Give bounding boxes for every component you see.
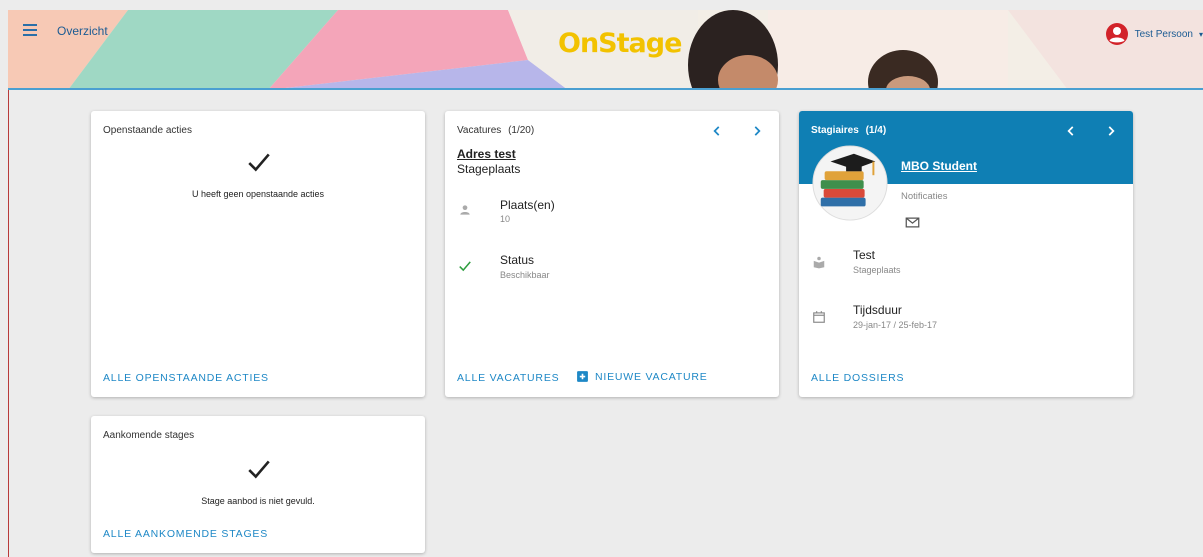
vacancy-name-link[interactable]: Adres test (457, 147, 516, 161)
duration-value: 29-jan-17 / 25-feb-17 (853, 320, 938, 330)
all-dossiers-link[interactable]: ALLE DOSSIERS (811, 372, 904, 384)
calendar-icon (813, 311, 825, 323)
menu-icon[interactable] (23, 24, 37, 36)
card-interns: Stagiaires (1/4) MBO Student Notificatie… (799, 111, 1133, 397)
new-vacancy-button[interactable]: NIEUWE VACATURE (576, 370, 708, 383)
card-upcoming-internships: Aankomende stages Stage aanbod is niet g… (91, 416, 425, 553)
card-title: Openstaande acties (103, 125, 192, 136)
account-circle-icon (1105, 23, 1128, 45)
chevron-left-icon[interactable] (710, 124, 724, 138)
duration-label: Tijdsduur (853, 303, 902, 317)
student-name-link[interactable]: MBO Student (901, 159, 977, 173)
chevron-right-icon[interactable] (750, 124, 764, 138)
vacancy-type: Stageplaats (457, 162, 521, 176)
check-icon (248, 153, 270, 172)
left-border-line (8, 90, 9, 557)
student-avatar[interactable] (811, 144, 889, 222)
status-value: Beschikbaar (500, 270, 550, 280)
all-open-actions-link[interactable]: ALLE OPENSTAANDE ACTIES (103, 372, 269, 384)
card-title: Aankomende stages (103, 430, 195, 441)
user-menu[interactable]: Test Persoon ▾ (1105, 22, 1203, 46)
places-label: Plaats(en) (500, 198, 555, 212)
card-open-actions: Openstaande acties U heeft geen openstaa… (91, 111, 425, 397)
check-icon (459, 261, 471, 272)
card-title: Vacatures (1/20) (457, 125, 534, 136)
add-box-icon (577, 371, 588, 382)
card-title: Stagiaires (1/4) (811, 125, 886, 136)
places-value: 10 (500, 214, 511, 224)
mail-icon[interactable] (905, 215, 920, 230)
intern-count: (1/4) (865, 125, 887, 136)
test-sub: Stageplaats (853, 265, 901, 275)
person-icon (460, 205, 470, 215)
all-vacancies-link[interactable]: ALLE VACATURES (457, 372, 559, 384)
book-icon (813, 256, 825, 269)
check-icon (248, 460, 270, 479)
test-label: Test (853, 248, 876, 262)
page-title[interactable]: Overzicht (57, 24, 108, 38)
caret-down-icon[interactable]: ▾ (1199, 30, 1203, 39)
vacancy-count: (1/20) (508, 125, 535, 136)
notifications-label: Notificaties (901, 191, 948, 202)
card-title-text: Stagiaires (811, 125, 859, 136)
card-title-text: Vacatures (457, 125, 502, 136)
card-vacancies: Vacatures (1/20) Adres test Stageplaats … (445, 111, 779, 397)
status-label: Status (500, 253, 535, 267)
empty-state-text: Stage aanbod is niet gevuld. (201, 496, 315, 506)
new-vacancy-label: NIEUWE VACATURE (595, 370, 708, 383)
app-header: Overzicht OnStage Test Persoon ▾ (8, 10, 1203, 90)
user-name[interactable]: Test Persoon (1135, 29, 1193, 40)
chevron-left-icon[interactable] (1064, 124, 1078, 138)
onstage-logo: OnStage (558, 28, 682, 59)
chevron-right-icon[interactable] (1104, 124, 1118, 138)
empty-state-text: U heeft geen openstaande acties (191, 189, 325, 199)
all-upcoming-internships-link[interactable]: ALLE AANKOMENDE STAGES (103, 528, 268, 540)
